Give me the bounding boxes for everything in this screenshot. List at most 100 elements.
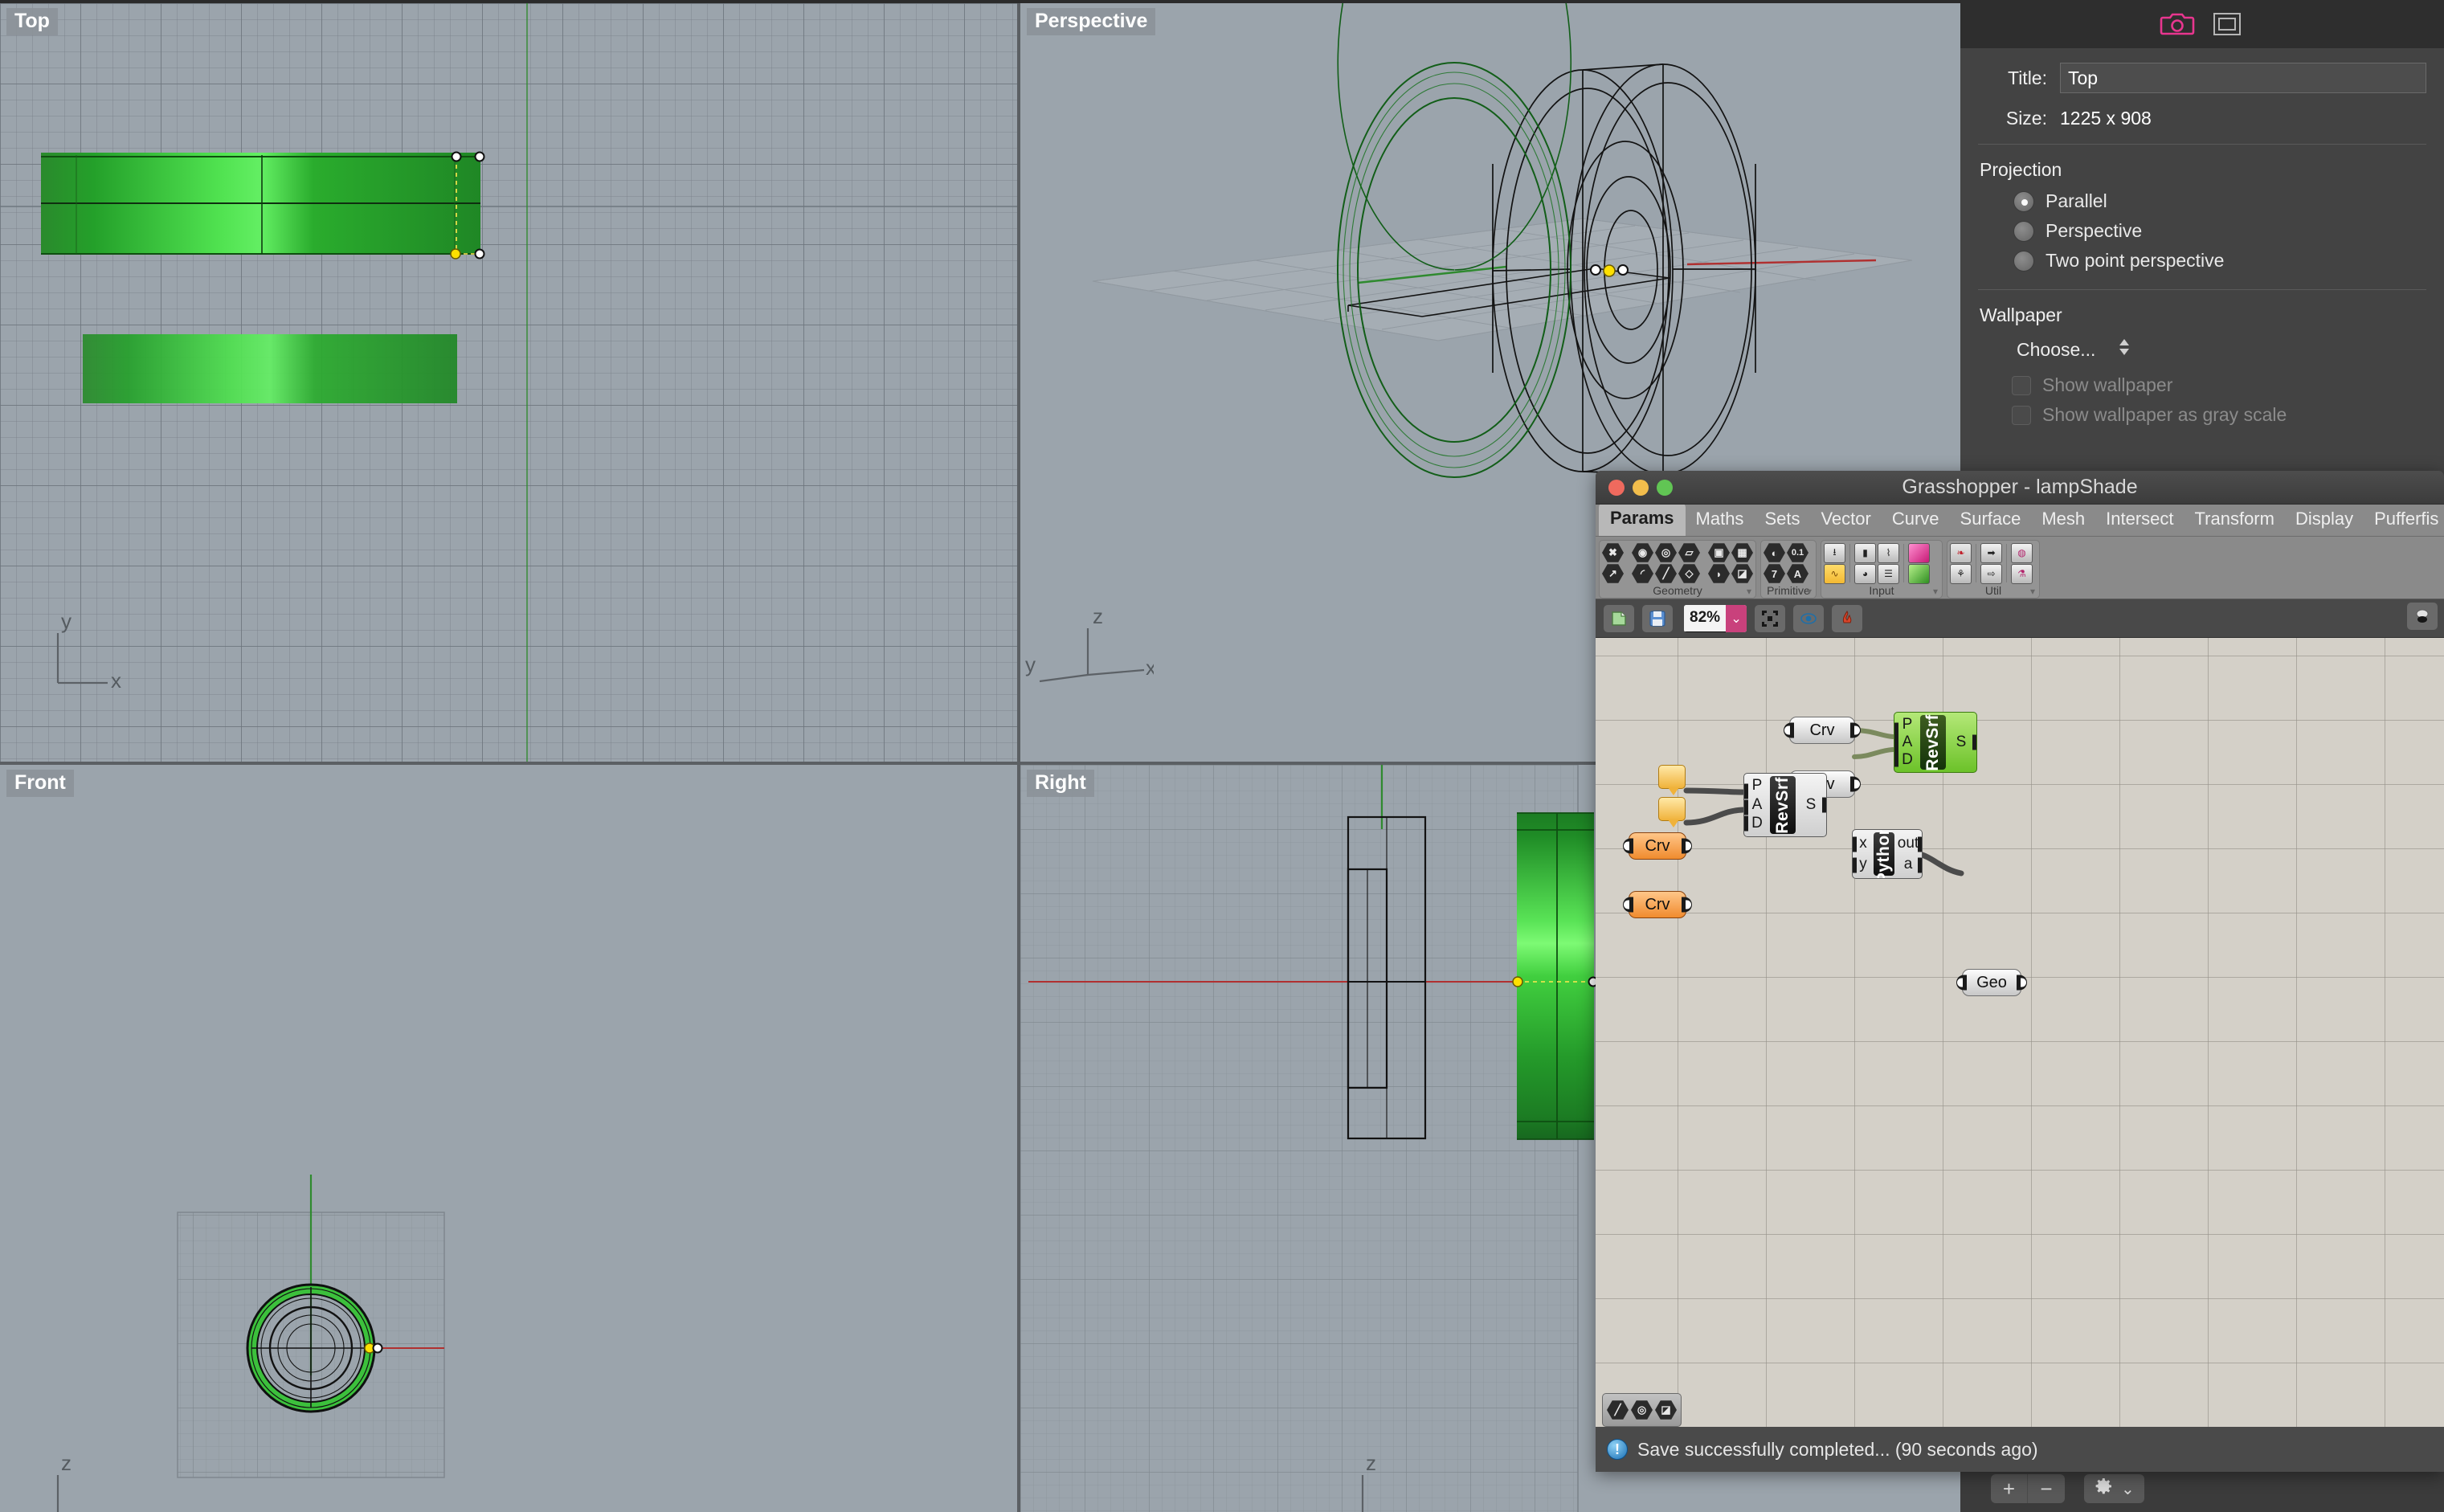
grasshopper-toolbar: 82% ⌄ [1596, 599, 2444, 638]
boolean-param-icon[interactable]: ◐ [1764, 543, 1785, 562]
param-input-port[interactable] [1623, 838, 1633, 854]
viewport-top[interactable]: Top y x [0, 3, 1017, 762]
radio-parallel[interactable]: Parallel [2013, 190, 2426, 212]
component-input-port-y[interactable] [1853, 857, 1857, 873]
warning-balloon-1[interactable] [1658, 765, 1686, 795]
bake-icon-right[interactable] [2407, 603, 2438, 630]
integer-param-icon[interactable]: 7 [1764, 564, 1785, 583]
surface-param-icon[interactable]: ◗ [1708, 564, 1730, 583]
component-revsrf-grey[interactable]: P A D RevSrf S [1743, 773, 1827, 837]
colour-swatch-icon[interactable] [1908, 563, 1930, 584]
settings-menu-button[interactable]: ⌄ [2084, 1474, 2144, 1503]
box-param-icon[interactable]: ▣ [1708, 543, 1730, 562]
param-input-port[interactable] [1623, 897, 1633, 913]
expand-arrow-icon[interactable]: ▾ [1747, 585, 1751, 598]
tab-sets[interactable]: Sets [1754, 504, 1810, 536]
component-python[interactable]: x y Python out a [1852, 829, 1923, 879]
component-output-port-s[interactable] [1822, 797, 1826, 813]
circle-param-icon[interactable]: ▱ [1678, 543, 1700, 562]
data-recorder-icon[interactable]: ⚘ [1950, 563, 1972, 584]
sketch-icon[interactable]: ∿ [1824, 563, 1845, 584]
tab-pufferfish[interactable]: Pufferfis [2364, 504, 2444, 536]
warning-balloon-2[interactable] [1658, 797, 1686, 828]
title-input[interactable]: Top [2060, 63, 2426, 93]
x-param-icon[interactable]: ✖ [1602, 543, 1624, 562]
tab-maths[interactable]: Maths [1686, 504, 1755, 536]
component-input-port-p[interactable] [1744, 783, 1748, 799]
save-file-icon[interactable] [1642, 604, 1673, 632]
remove-button[interactable]: − [2028, 1474, 2065, 1503]
tab-vector[interactable]: Vector [1810, 504, 1881, 536]
param-input-port[interactable] [1956, 975, 1967, 991]
gradient-icon[interactable] [1908, 542, 1930, 563]
grasshopper-window[interactable]: Grasshopper - lampShade Params Maths Set… [1596, 471, 2444, 1472]
wallpaper-choose-dropdown[interactable]: Choose... [2017, 336, 2426, 363]
cluster-icon[interactable]: ◍ [2011, 542, 2033, 563]
tab-params[interactable]: Params [1599, 502, 1686, 536]
mesh-param-icon[interactable]: ▦ [1731, 543, 1753, 562]
checkbox-show-wallpaper-gray[interactable]: Show wallpaper as gray scale [2012, 404, 2426, 426]
component-input-port-d[interactable] [1894, 751, 1898, 767]
file-reader-icon[interactable]: ⭳ [1824, 542, 1845, 563]
viewport-front[interactable]: Front z x [0, 765, 1017, 1512]
brep-param-icon[interactable]: ◪ [1731, 564, 1753, 583]
tab-transform[interactable]: Transform [2184, 504, 2285, 536]
expand-arrow-icon[interactable]: ▾ [2030, 585, 2035, 598]
param-geo[interactable]: Geo [1956, 969, 2027, 996]
param-crv-label: Crv [1645, 836, 1670, 855]
flask-icon[interactable]: ⚗ [2011, 563, 2033, 584]
text-param-icon[interactable]: A [1787, 564, 1808, 583]
tab-display[interactable]: Display [2285, 504, 2364, 536]
grasshopper-titlebar[interactable]: Grasshopper - lampShade [1596, 471, 2444, 505]
component-revsrf-green[interactable]: P A D RevSrf S [1894, 712, 1977, 773]
preview-icon[interactable] [1793, 604, 1825, 632]
button-icon[interactable]: ▮ [1854, 542, 1876, 563]
expand-arrow-icon[interactable]: ▾ [1933, 585, 1938, 598]
cherry-picker-icon[interactable]: ❧ [1950, 542, 1972, 563]
expand-arrow-icon[interactable]: ▾ [1807, 585, 1812, 598]
checkbox-show-wallpaper[interactable]: Show wallpaper [2012, 374, 2426, 396]
component-output-port-a[interactable] [1918, 857, 1922, 873]
bake-icon[interactable] [1832, 604, 1863, 632]
number-param-icon[interactable]: 0.1 [1787, 543, 1808, 562]
surface-preview-icon[interactable]: ◪ [1655, 1400, 1677, 1420]
frame-icon[interactable] [2209, 10, 2245, 39]
radio-two-point-perspective[interactable]: Two point perspective [2013, 250, 2426, 272]
camera-icon[interactable] [2160, 10, 2195, 39]
curve-preview-icon[interactable]: ◎ [1631, 1400, 1653, 1420]
sketch-select-icon[interactable] [1755, 604, 1786, 632]
param-crv-top-1[interactable]: Crv [1784, 717, 1861, 744]
tab-mesh[interactable]: Mesh [2031, 504, 2095, 536]
tab-curve[interactable]: Curve [1882, 504, 1950, 536]
knob-icon[interactable]: ◕ [1854, 563, 1876, 584]
component-input-port-a[interactable] [1744, 799, 1748, 815]
zoom-level-control[interactable]: 82% ⌄ [1684, 604, 1747, 632]
param-input-port[interactable] [1784, 722, 1794, 738]
plane-param-icon[interactable]: ◇ [1678, 564, 1700, 583]
open-file-icon[interactable] [1604, 604, 1634, 632]
line-param-icon[interactable]: ╱ [1655, 564, 1677, 583]
component-input-port-d[interactable] [1744, 815, 1748, 832]
curve-param-icon[interactable]: ◎ [1655, 543, 1677, 562]
tab-intersect[interactable]: Intersect [2095, 504, 2184, 536]
vector-param-icon[interactable]: ↗ [1602, 564, 1624, 583]
relay-icon[interactable]: ➡ [1980, 542, 2002, 563]
tab-surface[interactable]: Surface [1950, 504, 2032, 536]
radio-perspective[interactable]: Perspective [2013, 220, 2426, 242]
arc-param-icon[interactable]: ◜ [1632, 564, 1653, 583]
point-param-icon[interactable]: ◉ [1632, 543, 1653, 562]
value-list-icon[interactable]: ☰ [1878, 563, 1899, 584]
graph-mapper-icon[interactable]: ⌇ [1878, 542, 1899, 563]
component-input-port-a[interactable] [1894, 737, 1898, 753]
component-output-port-s[interactable] [1972, 734, 1976, 750]
component-input-port-p[interactable] [1894, 722, 1898, 738]
wire-display-icon[interactable]: ╱ [1607, 1400, 1629, 1420]
add-button[interactable]: + [1991, 1474, 2028, 1503]
zoom-chevron-icon[interactable]: ⌄ [1726, 604, 1747, 632]
grasshopper-canvas[interactable]: Crv Crv P A D [1596, 638, 2444, 1427]
component-input-port-x[interactable] [1853, 836, 1857, 852]
relay-light-icon[interactable]: ⇨ [1980, 563, 2002, 584]
component-output-port-out[interactable] [1918, 836, 1922, 852]
param-crv-orange-1[interactable]: Crv [1623, 832, 1692, 860]
param-crv-orange-2[interactable]: Crv [1623, 891, 1692, 918]
